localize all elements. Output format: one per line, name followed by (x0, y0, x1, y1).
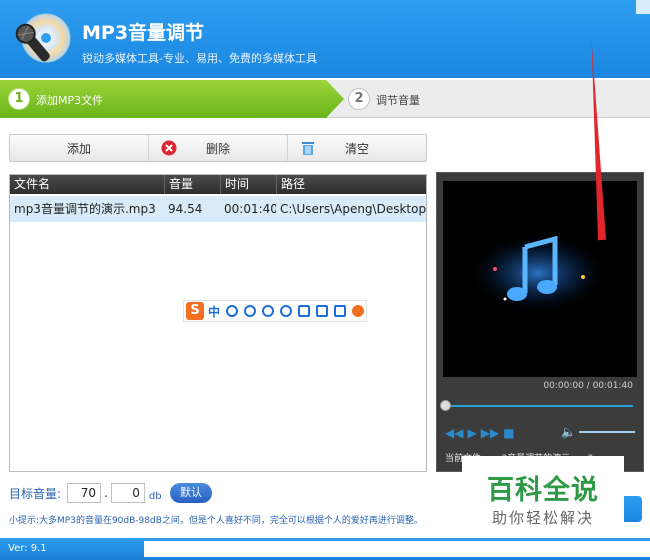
volume-decimal-input[interactable]: 0 (110, 483, 145, 503)
next-icon[interactable]: ▶▶ (481, 426, 499, 440)
column-header-volume[interactable]: 音量 (164, 175, 220, 194)
volume-slider[interactable] (579, 431, 635, 433)
step-2-label: 调节音量 (376, 94, 420, 107)
app-title: MP3音量调节 (82, 22, 205, 44)
media-player: 00:00:00 / 00:01:40 ◀◀ ▶ ▶▶ ■ 🔈 当前文件: mp… (436, 172, 644, 472)
player-screen (443, 181, 637, 377)
seek-bar[interactable] (443, 405, 633, 407)
step-add-mp3[interactable]: 1 添加MP3文件 (0, 80, 346, 118)
column-header-filename[interactable]: 文件名 (10, 175, 164, 194)
punctuation-icon[interactable] (244, 305, 257, 317)
moon-icon[interactable] (226, 305, 239, 317)
app-subtitle: 锐动多媒体工具-专业、易用、免费的多媒体工具 (82, 52, 317, 65)
column-header-path[interactable]: 路径 (276, 175, 426, 194)
step-wizard: 1 添加MP3文件 2 调节音量 (0, 80, 650, 118)
skin-icon[interactable] (334, 305, 347, 317)
clear-label: 清空 (344, 141, 369, 156)
play-icon[interactable]: ▶ (467, 426, 476, 440)
watermark-subtitle: 助你轻松解决 (491, 509, 594, 527)
table-row[interactable]: mp3音量调节的演示.mp3 94.54 00:01:40 C:\Users\A… (10, 196, 426, 222)
cell-time: 00:01:40 (224, 202, 276, 216)
target-volume-label: 目标音量: (9, 486, 62, 501)
keyboard-icon[interactable] (298, 305, 311, 317)
trash-icon (302, 142, 314, 155)
add-button[interactable]: 添加 (10, 135, 148, 161)
volume-unit-label: db (148, 490, 162, 502)
step-1-number: 1 (8, 88, 30, 110)
ime-toolbar[interactable]: S 中 (183, 300, 367, 322)
version-label: Ver: 9.1 (8, 543, 47, 554)
playback-controls: ◀◀ ▶ ▶▶ ■ (445, 426, 515, 440)
delete-icon (161, 140, 177, 156)
step-1-label: 添加MP3文件 (36, 94, 104, 107)
watermark-title: 百科全说 (487, 475, 599, 506)
cell-volume: 94.54 (168, 202, 203, 216)
column-header-time[interactable]: 时间 (220, 175, 276, 194)
window-control[interactable] (636, 0, 650, 14)
decimal-separator: . (104, 486, 108, 500)
toolbox-icon[interactable] (316, 305, 329, 317)
delete-button[interactable]: 删除 (148, 135, 287, 161)
default-button[interactable]: 默认 (170, 483, 212, 503)
time-display: 00:00:00 / 00:01:40 (543, 381, 633, 391)
status-panel (144, 541, 650, 557)
clear-button[interactable]: 清空 (287, 135, 426, 161)
step-2-number: 2 (348, 88, 370, 110)
microphone-icon[interactable] (280, 305, 293, 317)
microphone-cd-logo-icon (15, 13, 71, 63)
music-note-icon (468, 233, 608, 313)
volume-integer-input[interactable]: 70 (67, 483, 102, 503)
file-list-table[interactable]: 文件名 音量 时间 路径 mp3音量调节的演示.mp3 94.54 00:01:… (9, 174, 427, 472)
emoji-icon[interactable] (262, 305, 275, 317)
target-volume-row: 目标音量: 70 . 0 db (9, 483, 162, 503)
cell-filename: mp3音量调节的演示.mp3 (14, 202, 156, 216)
status-bar: Ver: 9.1 (0, 538, 650, 560)
volume-icon[interactable]: 🔈 (561, 425, 576, 439)
stop-icon[interactable]: ■ (503, 426, 514, 440)
tip-text: 小提示:大多MP3的音量在90dB-98dB之间，但是个人喜好不同，完全可以根据… (9, 516, 423, 526)
table-header: 文件名 音量 时间 路径 (10, 175, 426, 194)
app-header: MP3音量调节 锐动多媒体工具-专业、易用、免费的多媒体工具 (0, 0, 650, 78)
previous-icon[interactable]: ◀◀ (445, 426, 463, 440)
ime-mode-indicator[interactable]: 中 (208, 303, 220, 320)
file-toolbar: 添加 删除 清空 (9, 134, 427, 162)
delete-label: 删除 (205, 141, 230, 156)
watermark: 百科全说 助你轻松解决 (462, 456, 624, 532)
seek-handle[interactable] (440, 400, 451, 411)
sogou-logo-icon[interactable]: S (186, 302, 204, 320)
add-label: 添加 (66, 141, 91, 156)
next-button[interactable] (624, 496, 642, 522)
wrench-icon[interactable] (352, 305, 365, 317)
cell-path: C:\Users\Apeng\Desktop... (280, 202, 426, 216)
